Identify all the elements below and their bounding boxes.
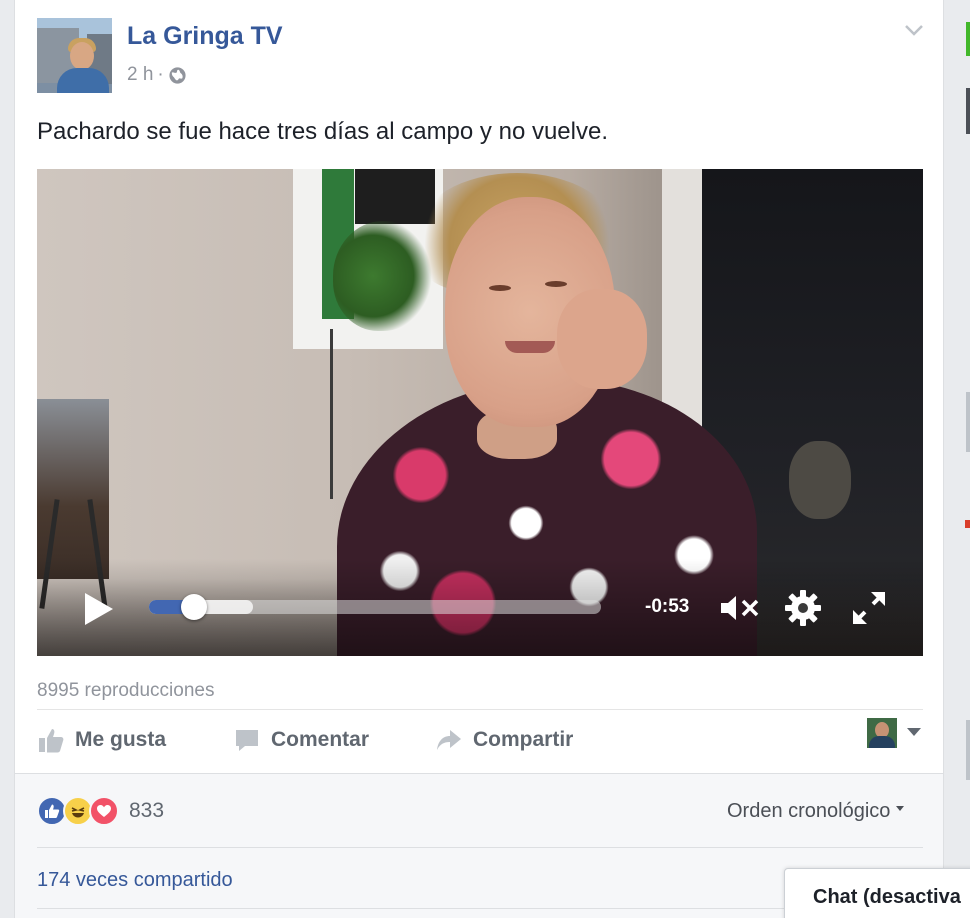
shares-link[interactable]: 174 veces compartido	[37, 869, 233, 892]
post-card: La Gringa TV 2 h · Pachardo se fue hace …	[14, 0, 944, 918]
mute-icon[interactable]	[717, 592, 763, 624]
share-button[interactable]: Compartir	[435, 723, 573, 757]
caret-down-icon	[907, 728, 921, 736]
reaction-count: 833	[129, 799, 165, 822]
play-icon[interactable]	[81, 591, 117, 627]
right-sidebar-edge	[946, 0, 970, 918]
chevron-down-icon[interactable]	[903, 22, 925, 38]
like-button[interactable]: Me gusta	[37, 723, 166, 757]
view-count: 8995 reproducciones	[37, 680, 215, 701]
reaction-summary[interactable]: 833	[37, 794, 164, 828]
sidebar-edge-mark	[965, 520, 970, 528]
share-label: Compartir	[473, 728, 574, 751]
timestamp-link[interactable]: 2 h	[127, 64, 153, 86]
sidebar-edge-block	[966, 720, 970, 780]
like-label: Me gusta	[75, 728, 167, 751]
comment-button[interactable]: Comentar	[233, 723, 369, 757]
page-name-link[interactable]: La Gringa TV	[127, 22, 283, 51]
comment-sort-dropdown[interactable]: Orden cronológico	[727, 800, 905, 823]
sort-label: Orden cronológico	[727, 800, 891, 822]
globe-icon	[169, 66, 186, 84]
chat-tab[interactable]: Chat (desactiva	[784, 868, 970, 918]
expand-icon[interactable]	[849, 588, 889, 628]
caret-down-icon	[896, 806, 905, 811]
gear-icon[interactable]	[783, 588, 823, 628]
chat-label: Chat (desactiva	[813, 886, 961, 908]
love-reaction-icon	[89, 796, 119, 826]
post-meta: 2 h ·	[127, 64, 187, 86]
share-arrow-icon	[437, 730, 461, 750]
sidebar-edge-block	[966, 88, 970, 134]
progress-bar[interactable]	[149, 594, 601, 620]
actor-selector[interactable]	[867, 718, 927, 750]
sidebar-green-accent	[966, 22, 970, 56]
divider	[37, 709, 923, 710]
thumbs-up-icon	[39, 729, 64, 753]
sidebar-edge-block	[966, 392, 970, 452]
page-avatar[interactable]	[37, 18, 112, 93]
time-remaining: -0:53	[645, 596, 690, 617]
comment-icon	[236, 730, 258, 751]
post-text: Pachardo se fue hace tres días al campo …	[37, 118, 608, 145]
progress-scrubber[interactable]	[181, 594, 208, 620]
divider	[37, 847, 923, 848]
comment-label: Comentar	[271, 728, 370, 751]
meta-separator: ·	[157, 64, 164, 85]
video-player[interactable]: -0:53	[37, 169, 923, 656]
actor-avatar	[867, 718, 897, 748]
